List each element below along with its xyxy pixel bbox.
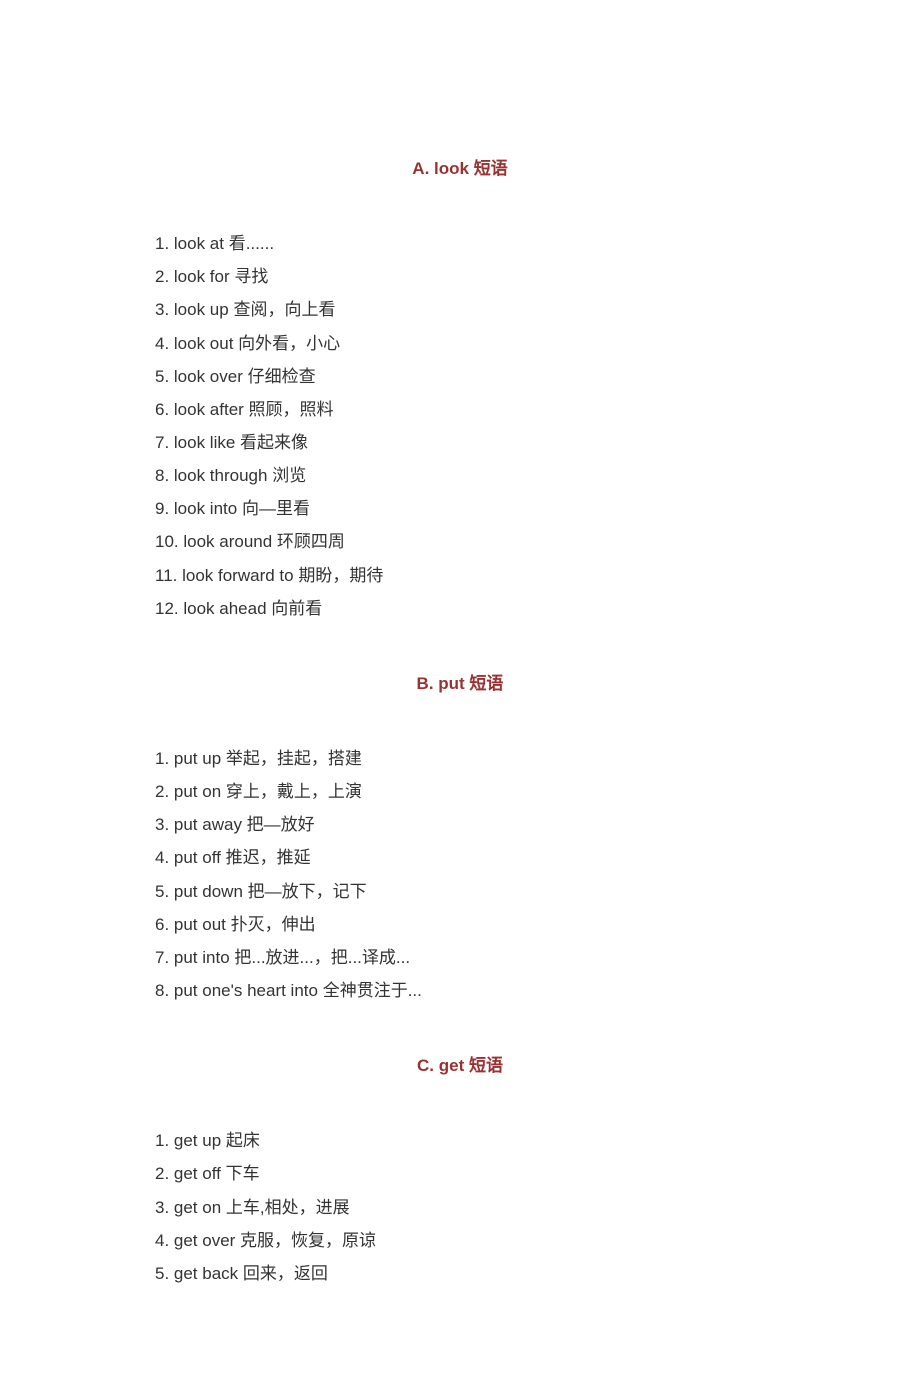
list-item: 9. look into 向—里看: [155, 492, 765, 525]
section-heading-a: A. look 短语: [155, 152, 765, 185]
list-item: 4. get over 克服，恢复，原谅: [155, 1224, 765, 1257]
list-item: 8. put one's heart into 全神贯注于...: [155, 974, 765, 1007]
list-item: 1. put up 举起，挂起，搭建: [155, 742, 765, 775]
list-item: 3. look up 查阅，向上看: [155, 293, 765, 326]
list-item: 11. look forward to 期盼，期待: [155, 559, 765, 592]
section-heading-b: B. put 短语: [155, 667, 765, 700]
list-item: 2. put on 穿上，戴上，上演: [155, 775, 765, 808]
list-item: 1. get up 起床: [155, 1124, 765, 1157]
list-item: 3. put away 把—放好: [155, 808, 765, 841]
section-heading-c: C. get 短语: [155, 1049, 765, 1082]
list-item: 10. look around 环顾四周: [155, 525, 765, 558]
list-item: 5. put down 把—放下，记下: [155, 875, 765, 908]
phrase-list-c: 1. get up 起床 2. get off 下车 3. get on 上车,…: [155, 1124, 765, 1290]
list-item: 6. look after 照顾，照料: [155, 393, 765, 426]
list-item: 6. put out 扑灭，伸出: [155, 908, 765, 941]
list-item: 5. look over 仔细检查: [155, 360, 765, 393]
list-item: 5. get back 回来，返回: [155, 1257, 765, 1290]
list-item: 7. look like 看起来像: [155, 426, 765, 459]
list-item: 2. get off 下车: [155, 1157, 765, 1190]
list-item: 4. look out 向外看，小心: [155, 327, 765, 360]
list-item: 4. put off 推迟，推延: [155, 841, 765, 874]
list-item: 7. put into 把...放进...，把...译成...: [155, 941, 765, 974]
list-item: 3. get on 上车,相处，进展: [155, 1191, 765, 1224]
list-item: 8. look through 浏览: [155, 459, 765, 492]
list-item: 12. look ahead 向前看: [155, 592, 765, 625]
list-item: 2. look for 寻找: [155, 260, 765, 293]
phrase-list-a: 1. look at 看...... 2. look for 寻找 3. loo…: [155, 227, 765, 625]
list-item: 1. look at 看......: [155, 227, 765, 260]
phrase-list-b: 1. put up 举起，挂起，搭建 2. put on 穿上，戴上，上演 3.…: [155, 742, 765, 1007]
